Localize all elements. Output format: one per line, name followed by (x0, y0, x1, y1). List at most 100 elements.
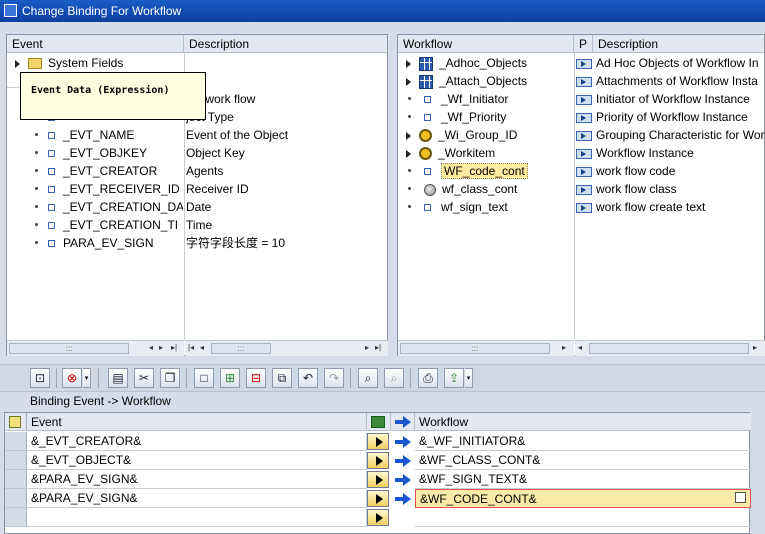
scroll-left-icon[interactable]: ◂ (149, 343, 153, 352)
play-button[interactable] (367, 490, 389, 507)
scroll-left-icon[interactable]: ◂ (578, 343, 582, 352)
delete-binding-icon[interactable]: ⊗ (62, 368, 82, 388)
scroll-thumb[interactable] (589, 343, 749, 354)
workflow-tree-node[interactable]: _Workitem (406, 144, 572, 162)
pattern-icon (576, 76, 592, 87)
workflow-tree-node[interactable]: _Wi_Group_ID (406, 126, 572, 144)
window-title: Change Binding For Workflow (22, 4, 182, 18)
redo-icon[interactable]: ↷ (324, 368, 344, 388)
event-tree-node[interactable]: _EVT_CREATION_DA (35, 198, 183, 216)
binding-event-cell[interactable]: &_EVT_CREATOR& (27, 432, 367, 451)
scroll-right-icon[interactable]: ▸ (753, 343, 757, 352)
binding-event-cell[interactable]: &_EVT_OBJECT& (27, 451, 367, 470)
value-help-icon[interactable] (735, 492, 746, 503)
binding-event-cell[interactable]: &PARA_EV_SIGN& (27, 489, 367, 508)
expand-arrow-icon[interactable] (15, 59, 20, 68)
copy-row-icon[interactable]: ⧉ (272, 368, 292, 388)
scroll-end-icon[interactable]: ▸| (375, 343, 381, 352)
binding-workflow-cell[interactable]: &WF_SIGN_TEXT& (415, 470, 751, 489)
expand-arrow-icon[interactable] (406, 149, 411, 158)
column-header-event[interactable]: Event (27, 413, 367, 431)
binding-workflow-cell[interactable]: &WF_CODE_CONT& (415, 489, 751, 508)
workflow-node-name: _Workitem (438, 146, 496, 160)
tree-node-system-fields[interactable]: System Fields (15, 54, 185, 72)
insert-row-icon[interactable]: ⊞ (220, 368, 240, 388)
delete-row-icon[interactable]: ⊟ (246, 368, 266, 388)
copy-icon[interactable]: ❐ (160, 368, 180, 388)
column-header-workflow[interactable]: Workflow (398, 35, 574, 53)
workflow-tree-node[interactable]: wf_class_cont (406, 180, 572, 198)
scroll-end-icon[interactable]: ▸| (171, 343, 177, 352)
column-header-event[interactable]: Event (7, 35, 184, 53)
pattern-icon (576, 166, 592, 177)
event-col-scrollbar[interactable]: ::: ◂ ▸ ▸| (7, 340, 184, 356)
select-all-icon[interactable] (5, 413, 27, 431)
undo-icon[interactable]: ↶ (298, 368, 318, 388)
scroll-thumb[interactable]: ::: (9, 343, 129, 354)
details-icon[interactable]: ⊡ (30, 368, 50, 388)
binding-workflow-cell[interactable] (415, 508, 751, 527)
window-icon (4, 4, 17, 17)
event-node-name: PARA_EV_SIGN (63, 236, 154, 250)
play-button[interactable] (367, 509, 389, 526)
binding-workflow-cell[interactable]: &WF_CLASS_CONT& (415, 451, 751, 470)
bullet-icon (35, 205, 38, 209)
workflow-tree-node[interactable]: _Wf_Priority (406, 108, 572, 126)
scroll-left-icon[interactable]: ◂ (200, 343, 204, 352)
column-header-description[interactable]: Description (184, 35, 389, 53)
workflow-tree-node[interactable]: _Attach_Objects (406, 72, 572, 90)
arrow-right-icon (395, 474, 411, 486)
workflow-col-scrollbar[interactable]: ::: ▸ (398, 340, 574, 356)
find-next-icon[interactable]: ⌕ (384, 368, 404, 388)
workflow-desc-scrollbar[interactable]: ◂ ▸ (575, 340, 765, 356)
event-tree-node[interactable]: _EVT_CREATOR (35, 162, 183, 180)
row-selector[interactable] (5, 508, 27, 527)
arrow-right-icon (395, 436, 411, 448)
event-tree-node[interactable]: _EVT_NAME (35, 126, 183, 144)
play-button[interactable] (367, 471, 389, 488)
workflow-tree-node[interactable]: WF_code_cont (406, 162, 572, 180)
column-header-p[interactable]: P (574, 35, 593, 53)
binding-event-cell[interactable] (27, 508, 367, 527)
workflow-node-name: _Wf_Initiator (441, 92, 509, 106)
workflow-tree-node[interactable]: _Wf_Initiator (406, 90, 572, 108)
row-selector[interactable] (5, 432, 27, 451)
pattern-icon (576, 202, 592, 213)
row-selector[interactable] (5, 470, 27, 489)
row-selector[interactable] (5, 451, 27, 470)
play-button[interactable] (367, 433, 389, 450)
scroll-first-icon[interactable]: |◂ (188, 343, 194, 352)
new-row-icon[interactable]: □ (194, 368, 214, 388)
expand-arrow-icon[interactable] (406, 131, 411, 140)
chevron-down-icon[interactable]: ▾ (83, 368, 91, 388)
row-selector[interactable] (5, 489, 27, 508)
expand-arrow-icon[interactable] (406, 77, 411, 86)
event-tree-node[interactable]: PARA_EV_SIGN (35, 234, 183, 252)
expand-arrow-icon[interactable] (406, 59, 411, 68)
binding-event-cell[interactable]: &PARA_EV_SIGN& (27, 470, 367, 489)
binding-workflow-cell[interactable]: &_WF_INITIATOR& (415, 432, 751, 451)
event-tree-node[interactable]: _EVT_RECEIVER_ID (35, 180, 183, 198)
print-icon[interactable]: ⎙ (418, 368, 438, 388)
scroll-thumb[interactable]: ::: (211, 343, 271, 354)
play-button[interactable] (367, 452, 389, 469)
column-header-description[interactable]: Description (593, 35, 765, 53)
workflow-tree-node[interactable]: _Adhoc_Objects (406, 54, 572, 72)
workflow-tree-node[interactable]: wf_sign_text (406, 198, 572, 216)
scroll-right-icon[interactable]: ▸ (562, 343, 566, 352)
find-icon[interactable]: ⌕ (358, 368, 378, 388)
event-tree-node[interactable]: _EVT_CREATION_TI (35, 216, 183, 234)
paste-icon[interactable]: ▤ (108, 368, 128, 388)
scroll-right-icon[interactable]: ▸ (159, 343, 163, 352)
tooltip: Event Data (Expression) (20, 72, 206, 120)
export-icon[interactable]: ⇪ (444, 368, 464, 388)
arrow-right-icon (395, 455, 411, 467)
cut-icon[interactable]: ✂ (134, 368, 154, 388)
scroll-right-icon[interactable]: ▸ (365, 343, 369, 352)
description-col-scrollbar[interactable]: |◂ ◂ ::: ▸ ▸| (185, 340, 388, 356)
workflow-node-name: _Attach_Objects (439, 74, 528, 88)
chevron-down-icon[interactable]: ▾ (465, 368, 473, 388)
scroll-thumb[interactable]: ::: (400, 343, 550, 354)
event-tree-node[interactable]: _EVT_OBJKEY (35, 144, 183, 162)
column-header-workflow[interactable]: Workflow (415, 413, 751, 431)
